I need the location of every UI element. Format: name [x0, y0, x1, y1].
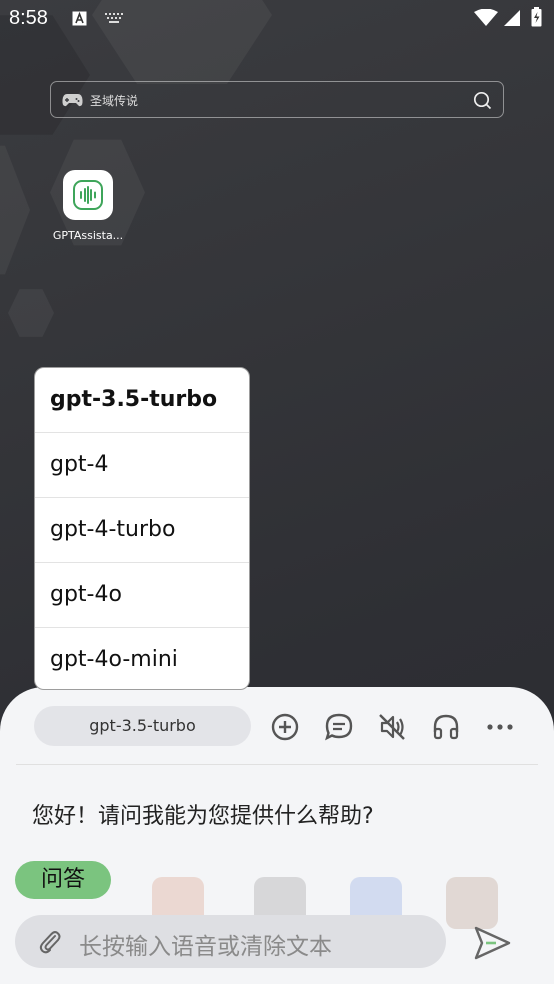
send-icon[interactable] [472, 925, 512, 961]
chat-bubble-icon[interactable] [324, 712, 354, 742]
gamepad-icon [62, 94, 83, 107]
app-label: GPTAssista... [52, 229, 124, 242]
divider [16, 764, 538, 765]
menu-item-gpt-4[interactable]: gpt-4 [35, 433, 249, 498]
input-placeholder: 长按输入语音或清除文本 [79, 934, 332, 960]
background-app-icon [446, 877, 498, 929]
signal-icon [504, 10, 520, 26]
voice-wave-icon [73, 180, 103, 210]
message-input[interactable]: 长按输入语音或清除文本 [15, 915, 446, 968]
assistant-greeting: 您好！请问我能为您提供什么帮助? [32, 804, 374, 829]
menu-item-gpt-3-5-turbo[interactable]: gpt-3.5-turbo [35, 368, 249, 433]
mode-badge[interactable]: 问答 [15, 861, 111, 899]
keyboard-a-icon [72, 11, 87, 26]
status-time: 8:58 [9, 7, 48, 29]
keyboard-icon [105, 13, 123, 23]
battery-icon [531, 7, 542, 27]
model-selector[interactable]: gpt-3.5-turbo [34, 706, 251, 746]
gpt-assistant-app-icon[interactable] [63, 170, 113, 220]
attach-icon[interactable] [38, 929, 62, 955]
search-bar[interactable]: 圣域传说 [50, 81, 504, 118]
add-circle-icon[interactable] [270, 712, 300, 742]
assistant-panel: gpt-3.5-turbo 您好！请问我能为您提供什么帮助? 问答 长按输入语音… [0, 687, 554, 984]
more-icon[interactable] [485, 712, 515, 742]
volume-off-icon[interactable] [377, 712, 407, 742]
status-bar: 8:58 [0, 0, 554, 38]
headphones-icon[interactable] [431, 712, 461, 742]
model-dropdown-menu: gpt-3.5-turbo gpt-4 gpt-4-turbo gpt-4o g… [34, 367, 250, 690]
search-text: 圣域传说 [90, 94, 139, 108]
wifi-icon [474, 9, 498, 26]
menu-item-gpt-4o-mini[interactable]: gpt-4o-mini [35, 628, 249, 689]
search-icon[interactable] [473, 91, 492, 110]
menu-item-gpt-4o[interactable]: gpt-4o [35, 563, 249, 628]
menu-item-gpt-4-turbo[interactable]: gpt-4-turbo [35, 498, 249, 563]
